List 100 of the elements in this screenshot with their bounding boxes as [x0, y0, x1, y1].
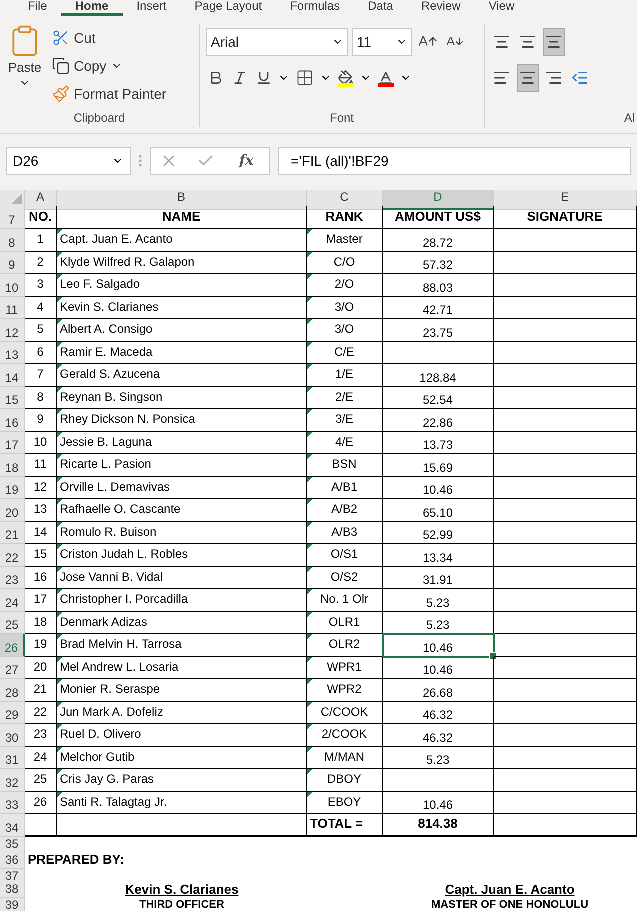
table-cell: Rafhaelle O. Cascante: [57, 499, 307, 522]
ribbon-tab[interactable]: Insert: [122, 0, 181, 16]
row-header[interactable]: 30: [0, 724, 25, 746]
table-cell: DBOY: [307, 769, 383, 792]
row-header[interactable]: 13: [0, 342, 25, 364]
insert-function-button[interactable]: fx: [233, 152, 260, 170]
row-header[interactable]: 24: [0, 589, 25, 612]
column-header[interactable]: B: [57, 190, 307, 210]
align-bottom-button[interactable]: [543, 28, 565, 56]
row-header[interactable]: 39: [0, 898, 25, 911]
row-header[interactable]: 8: [0, 229, 25, 252]
row-header[interactable]: 18: [0, 454, 25, 476]
table-cell: 4/E: [307, 432, 383, 454]
row-header[interactable]: 10: [0, 274, 25, 296]
align-center-button[interactable]: [517, 64, 539, 92]
row-header[interactable]: 16: [0, 409, 25, 432]
table-cell: 26: [25, 792, 57, 814]
table-cell: 12: [25, 476, 57, 499]
copy-button[interactable]: Copy: [50, 52, 169, 80]
column-header[interactable]: D: [383, 190, 494, 210]
table-cell: WPR1: [307, 656, 383, 679]
table-cell: 57.32: [383, 252, 494, 274]
row-header[interactable]: 29: [0, 702, 25, 724]
ribbon-tab[interactable]: File: [14, 0, 62, 16]
table-cell: C/COOK: [307, 702, 383, 724]
table-cell: A/B3: [307, 522, 383, 544]
table-cell: 24: [25, 746, 57, 769]
ribbon-tab[interactable]: Data: [354, 0, 408, 16]
paste-button[interactable]: Paste: [6, 24, 44, 111]
row-header[interactable]: 14: [0, 364, 25, 386]
table-cell: 23: [25, 724, 57, 746]
header-cell: RANK: [307, 206, 383, 229]
ribbon-tab[interactable]: View: [474, 0, 529, 16]
table-cell: Rhey Dickson N. Ponsica: [57, 409, 307, 432]
row-header[interactable]: 32: [0, 769, 25, 792]
row-header[interactable]: 33: [0, 792, 25, 814]
name-box[interactable]: D26: [6, 147, 131, 175]
column-header[interactable]: E: [494, 190, 637, 210]
table-cell: 13: [25, 499, 57, 522]
table-cell: C/E: [307, 342, 383, 364]
row-header[interactable]: 28: [0, 679, 25, 702]
table-cell: Cris Jay G. Paras: [57, 769, 307, 792]
row-header[interactable]: 21: [0, 522, 25, 544]
table-cell: 26.68: [383, 679, 494, 702]
ribbon-tab[interactable]: Page Layout: [180, 0, 276, 16]
table-cell: 3/E: [307, 409, 383, 432]
table-cell: 13.73: [383, 432, 494, 454]
table-cell: Criston Judah L. Robles: [57, 544, 307, 566]
cut-button[interactable]: Cut: [50, 24, 169, 52]
table-cell: 22.86: [383, 409, 494, 432]
ribbon-tab[interactable]: Formulas: [276, 0, 354, 16]
table-cell: 5.23: [383, 589, 494, 612]
row-header[interactable]: 17: [0, 432, 25, 454]
paint-bucket-icon: [338, 70, 354, 86]
group-label: Al: [623, 111, 635, 127]
row-header[interactable]: 34: [0, 814, 25, 836]
table-cell: 52.99: [383, 522, 494, 544]
row-header[interactable]: 19: [0, 476, 25, 499]
table-cell: Kevin S. Clarianes: [57, 296, 307, 319]
column-header[interactable]: A: [25, 190, 57, 210]
row-header[interactable]: 31: [0, 746, 25, 769]
table-cell: EBOY: [307, 792, 383, 814]
row-header[interactable]: 20: [0, 499, 25, 522]
column-header[interactable]: C: [307, 190, 383, 210]
row-header[interactable]: 9: [0, 252, 25, 274]
table-cell: 65.10: [383, 499, 494, 522]
row-header[interactable]: 11: [0, 296, 25, 319]
font-size-field[interactable]: 11: [352, 28, 412, 56]
align-left-icon: [493, 69, 511, 87]
row-header[interactable]: 25: [0, 612, 25, 634]
row-header[interactable]: 36: [0, 850, 25, 868]
row-header[interactable]: 23: [0, 566, 25, 589]
ribbon-tab[interactable]: Review: [407, 0, 475, 16]
table-cell: Albert A. Consigo: [57, 319, 307, 342]
align-right-icon: [545, 69, 563, 87]
group-label: Clipboard: [72, 111, 126, 127]
table-cell: 5: [25, 319, 57, 342]
table-cell: Romulo R. Buison: [57, 522, 307, 544]
row-header[interactable]: 22: [0, 544, 25, 566]
borders-icon: [296, 69, 314, 87]
font-name-field[interactable]: Arial: [206, 28, 348, 56]
formula-field[interactable]: ='FIL (all)'!BF29: [278, 147, 631, 175]
table-cell: 16: [25, 566, 57, 589]
row-header[interactable]: 26: [0, 634, 25, 656]
format-painter-button[interactable]: Format Painter: [50, 80, 169, 108]
table-cell: Mel Andrew L. Losaria: [57, 656, 307, 679]
table-cell: [25, 814, 57, 836]
table-cell: Denmark Adizas: [57, 612, 307, 634]
row-header[interactable]: 12: [0, 319, 25, 342]
table-cell: 3/O: [307, 296, 383, 319]
row-header[interactable]: 15: [0, 386, 25, 409]
row-header[interactable]: 27: [0, 656, 25, 679]
table-cell: 10.46: [383, 634, 494, 656]
table-cell: Reynan B. Singson: [57, 386, 307, 409]
row-header[interactable]: 7: [0, 206, 25, 229]
table-cell: Brad Melvin H. Tarrosa: [57, 634, 307, 656]
table-cell: 20: [25, 656, 57, 679]
align-center-icon: [519, 69, 537, 87]
table-cell: 2: [25, 252, 57, 274]
header-cell: SIGNATURE: [494, 206, 637, 229]
